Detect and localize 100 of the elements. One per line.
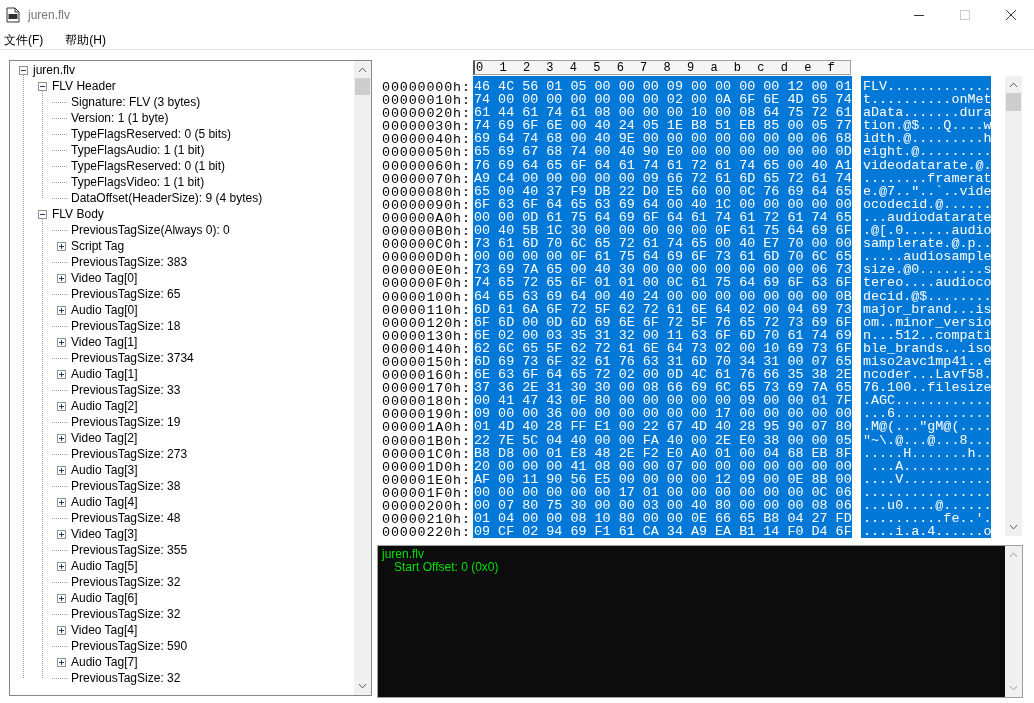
ascii-text[interactable]: ...audiodatarate <box>863 210 991 225</box>
tree-item[interactable]: Audio Tag[2] <box>69 398 140 414</box>
hex-bytes[interactable]: 74 00 00 00 00 00 00 00 02 00 0A 6F 6E 4D 65 74 <box>474 93 852 107</box>
hex-bytes[interactable]: 6F 6D 00 0D 6D 69 6E 6F 72 5F 76 65 72 73 69 6F <box>474 315 852 329</box>
tree-item[interactable]: Video Tag[3] <box>69 526 140 542</box>
ascii-text[interactable]: ................ <box>863 485 991 499</box>
hex-bytes[interactable]: AF 00 11 90 56 E5 00 00 00 00 12 09 00 0E 8B 00 <box>474 472 852 486</box>
ascii-text[interactable]: samplerate.@.p.. <box>863 237 991 251</box>
ascii-text[interactable]: ncoder...Lavf58. <box>863 368 991 382</box>
tree-item[interactable]: FLV Body <box>50 206 106 222</box>
hex-bytes[interactable]: 09 00 00 36 00 00 00 00 00 00 17 00 00 00 00 00 <box>474 407 852 421</box>
collapse-icon[interactable] <box>19 65 28 75</box>
hex-bytes[interactable]: 61 44 61 74 61 08 00 00 00 10 00 08 64 75 72 61 <box>474 106 852 120</box>
ascii-text[interactable]: ........framerat <box>863 171 991 185</box>
menu-item[interactable]: 文件(F) <box>0 30 48 49</box>
tree-item[interactable]: PreviousTagSize: 383 <box>69 254 190 270</box>
hex-bytes[interactable]: 00 40 5B 1C 30 00 00 00 00 00 0F 61 75 64 69 6F <box>474 224 852 238</box>
tree-item[interactable]: PreviousTagSize: 19 <box>69 414 183 430</box>
hex-bytes[interactable]: 62 6C 65 5F 62 72 61 6E 64 73 02 00 10 69 73 6F <box>474 341 852 355</box>
tree-item[interactable]: FLV Header <box>50 78 118 94</box>
expand-icon[interactable] <box>57 369 66 379</box>
ascii-text[interactable]: ocodecid.@...... <box>863 197 991 211</box>
tree-item[interactable]: Video Tag[0] <box>69 270 140 286</box>
expand-icon[interactable] <box>57 465 66 475</box>
ascii-text[interactable]: n...512..compati <box>863 328 991 342</box>
expand-icon[interactable] <box>57 305 66 315</box>
ascii-text[interactable]: size.@0........s <box>863 263 991 277</box>
ascii-text[interactable]: ...6............ <box>863 407 991 421</box>
hex-bytes[interactable]: 74 65 72 65 6F 01 01 00 0C 61 75 64 69 6F 63 6F <box>474 276 852 290</box>
ascii-text[interactable]: tereo....audioco <box>863 276 991 290</box>
ascii-text[interactable]: .AGC............ <box>863 394 991 408</box>
expand-icon[interactable] <box>57 529 66 539</box>
tree-item[interactable]: juren.flv <box>31 62 78 78</box>
hex-bytes[interactable]: 20 00 00 00 41 08 00 00 07 00 00 00 00 00 00 00 <box>474 459 852 473</box>
tree-item[interactable]: PreviousTagSize: 18 <box>69 318 183 334</box>
ascii-text[interactable]: eight.@......... <box>863 145 991 159</box>
expand-icon[interactable] <box>57 433 66 443</box>
tree-item[interactable]: PreviousTagSize: 38 <box>69 478 183 494</box>
tree-item[interactable]: PreviousTagSize: 590 <box>69 638 190 654</box>
hex-bytes[interactable]: 6E 02 00 03 35 31 32 00 11 63 6F 6D 70 61 74 69 <box>474 328 852 342</box>
tree-item[interactable]: PreviousTagSize(Always 0): 0 <box>69 222 232 238</box>
hex-bytes[interactable]: 37 36 2E 31 30 30 00 08 66 69 6C 65 73 69 7A 65 <box>474 381 852 395</box>
expand-icon[interactable] <box>57 273 66 283</box>
hex-bytes[interactable]: 22 7E 5C 04 40 00 00 FA 40 00 2E E0 38 00 00 05 <box>474 433 852 447</box>
ascii-text[interactable]: e.@7.."..`..vide <box>863 184 991 198</box>
hex-bytes[interactable]: 00 00 00 00 00 00 17 01 00 00 00 00 00 00 0C 06 <box>474 485 852 499</box>
expand-icon[interactable] <box>57 241 66 251</box>
ascii-text[interactable]: om..minor_versio <box>863 315 991 329</box>
hex-bytes[interactable]: 65 69 67 68 74 00 40 90 E0 00 00 00 00 00 00 0D <box>474 145 852 159</box>
scrollbar[interactable] <box>354 61 371 695</box>
ascii-text[interactable]: decid.@$........ <box>863 289 991 303</box>
ascii-text[interactable]: "~\.@...@...8... <box>863 433 991 447</box>
tree-item[interactable]: PreviousTagSize: 65 <box>69 286 183 302</box>
tree-item[interactable]: PreviousTagSize: 48 <box>69 510 183 526</box>
expand-icon[interactable] <box>57 401 66 411</box>
hex-bytes[interactable]: 65 00 40 37 F9 DB 22 D0 E5 60 00 0C 76 69 64 65 <box>474 184 852 198</box>
ascii-text[interactable]: aData.......dura <box>863 106 991 120</box>
expand-icon[interactable] <box>57 625 66 635</box>
ascii-text[interactable]: ble_brands...iso <box>863 341 991 355</box>
tree-item[interactable]: PreviousTagSize: 32 <box>69 574 183 590</box>
expand-icon[interactable] <box>57 593 66 603</box>
hex-bytes[interactable]: 46 4C 56 01 05 00 00 00 09 00 00 00 00 12 00 01 <box>474 80 852 94</box>
ascii-text[interactable]: videodatarate.@. <box>863 158 991 172</box>
hex-bytes[interactable]: 01 4D 40 28 FF E1 00 22 67 4D 40 28 95 90 07 80 <box>474 420 852 434</box>
ascii-text[interactable]: tion.@$...Q....w <box>863 119 991 133</box>
ascii-text[interactable]: ....i.a.4......o <box>863 525 991 538</box>
ascii-text[interactable]: major_brand...is <box>863 302 991 316</box>
hex-bytes[interactable]: 76 69 64 65 6F 64 61 74 61 72 61 74 65 00 40 A1 <box>474 158 852 172</box>
ascii-text[interactable]: .@[.0......audio <box>863 224 991 238</box>
hex-selection[interactable] <box>473 76 852 538</box>
tree-item[interactable]: Version: 1 (1 byte) <box>69 110 171 126</box>
tree-item[interactable]: Audio Tag[6] <box>69 590 140 606</box>
menu-item[interactable]: 帮助(H) <box>61 30 110 49</box>
ascii-text[interactable]: miso2avc1mp41..e <box>863 354 991 369</box>
collapse-icon[interactable] <box>38 81 47 91</box>
tree-item[interactable]: TypeFlagsReserved: 0 (1 bit) <box>69 158 228 174</box>
ascii-text[interactable]: idth.@.........h <box>863 132 991 146</box>
hex-bytes[interactable]: 01 04 00 00 08 10 80 00 00 0E 66 65 B8 04 27 FD <box>474 512 852 526</box>
tree-item[interactable]: Audio Tag[5] <box>69 558 140 574</box>
expand-icon[interactable] <box>57 337 66 347</box>
tree-item[interactable]: Signature: FLV (3 bytes) <box>69 94 203 110</box>
ascii-text[interactable]: ..........fe..'. <box>863 512 991 526</box>
hex-bytes[interactable]: 00 00 00 00 0F 61 75 64 69 6F 73 61 6D 70 6C 65 <box>474 250 852 264</box>
text-selection[interactable] <box>861 76 991 538</box>
tree-item[interactable]: PreviousTagSize: 355 <box>69 542 190 558</box>
tree-item[interactable]: Video Tag[4] <box>69 622 140 638</box>
hex-bytes[interactable]: 73 69 7A 65 00 40 30 00 00 00 00 00 00 00 06 73 <box>474 263 852 277</box>
hex-bytes[interactable]: B8 D8 00 01 E8 48 2E F2 E0 A0 01 00 04 68 EB 8F <box>474 446 852 460</box>
tree-item[interactable]: Script Tag <box>69 238 127 254</box>
ascii-text[interactable]: 76.100..filesize <box>863 381 991 395</box>
tree-item[interactable]: TypeFlagsVideo: 1 (1 bit) <box>69 174 207 190</box>
hex-bytes[interactable]: A9 C4 00 00 00 00 00 09 66 72 61 6D 65 72 61 74 <box>474 171 852 185</box>
hex-bytes[interactable]: 64 65 63 69 64 00 40 24 00 00 00 00 00 00 00 0B <box>474 289 852 303</box>
expand-icon[interactable] <box>57 561 66 571</box>
ascii-text[interactable]: FLV............. <box>863 80 991 94</box>
tree-item[interactable]: TypeFlagsReserved: 0 (5 bits) <box>69 126 234 142</box>
ascii-text[interactable]: t..........onMet <box>863 93 991 107</box>
ascii-text[interactable]: .....audiosample <box>863 250 991 264</box>
hex-bytes[interactable]: 6E 63 6F 64 65 72 02 00 0D 4C 61 76 66 35 38 2E <box>474 368 852 382</box>
hex-bytes[interactable]: 73 61 6D 70 6C 65 72 61 74 65 00 40 E7 70 00 00 <box>474 237 852 251</box>
